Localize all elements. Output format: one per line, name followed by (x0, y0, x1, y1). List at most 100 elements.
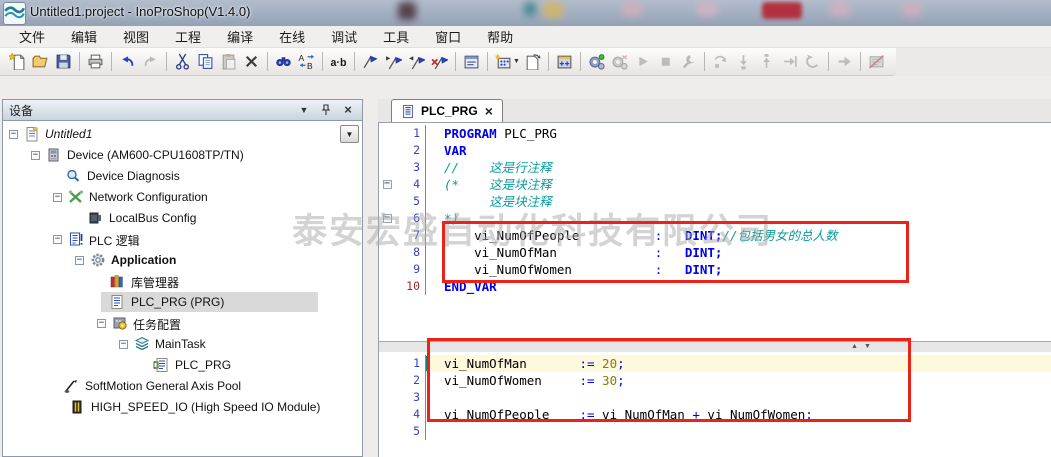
expander-icon[interactable]: − (53, 235, 62, 244)
svg-text:B: B (307, 61, 313, 70)
paste-button[interactable] (217, 50, 240, 73)
toggle-bookmark-button[interactable] (359, 50, 382, 73)
new-project-button[interactable] (6, 50, 29, 73)
open-project-button[interactable] (29, 50, 52, 73)
redo-button[interactable] (139, 50, 162, 73)
splitter-collapse-down-icon[interactable]: ▼ (864, 342, 871, 351)
flow-control-button[interactable] (865, 50, 888, 73)
tree-item-library-manager[interactable]: 库管理器 (3, 271, 362, 292)
expander-icon[interactable]: − (119, 340, 128, 349)
run-to-cursor-button[interactable] (778, 50, 801, 73)
declaration-editor[interactable]: 1 PROGRAM PLC_PRG 2 VAR 3 // 这是行注释 − 4 (… (379, 123, 1051, 341)
expander-icon[interactable]: − (31, 151, 40, 160)
menu-debug[interactable]: 调试 (324, 25, 364, 48)
copy-button[interactable] (194, 50, 217, 73)
menu-file[interactable]: 文件 (12, 25, 52, 48)
replace-button[interactable]: AB (295, 50, 318, 73)
login-button[interactable] (585, 50, 608, 73)
desktop-blob (830, 2, 850, 16)
reset-button[interactable] (801, 50, 824, 73)
menu-help[interactable]: 帮助 (480, 25, 520, 48)
step-out-button[interactable] (755, 50, 778, 73)
menu-build[interactable]: 编译 (220, 25, 260, 48)
menu-online[interactable]: 在线 (272, 25, 312, 48)
tree-item-localbus-config[interactable]: LocalBus Config (3, 208, 362, 229)
online-config-button[interactable] (677, 50, 700, 73)
menu-view[interactable]: 视图 (116, 25, 156, 48)
tree-item-task-configuration[interactable]: − 任务配置 (3, 313, 362, 334)
tree-item-plc-prg[interactable]: PLC_PRG (PRG) (3, 292, 362, 313)
decl-line-row[interactable]: 7 vi_NumOfPeople : DINT;//包括男女的总人数 (379, 227, 1051, 244)
line-number: 9 (413, 262, 420, 276)
decl-line-row[interactable]: 2 VAR (379, 142, 1051, 159)
decl-line-row[interactable]: 8 vi_NumOfMan : DINT; (379, 244, 1051, 261)
window-title: Untitled1.project - InoProShop(V1.4.0) (30, 4, 251, 19)
logout-button[interactable] (608, 50, 631, 73)
menu-project[interactable]: 工程 (168, 25, 208, 48)
decl-line-row[interactable]: 1 PROGRAM PLC_PRG (379, 125, 1051, 142)
paste-object-button[interactable] (521, 50, 544, 73)
step-into-button[interactable] (732, 50, 755, 73)
panel-menu-icon[interactable]: ▼ (296, 103, 312, 117)
expander-icon[interactable]: − (97, 319, 106, 328)
expander-icon[interactable]: − (75, 256, 84, 265)
tab-plc-prg[interactable]: PLC_PRG × (391, 99, 503, 122)
decl-line-row[interactable]: 10 END_VAR (379, 278, 1051, 295)
decl-line-row[interactable]: − 6 *) (379, 210, 1051, 227)
tree-item-plc-logic[interactable]: − PLC 逻辑 (3, 229, 362, 250)
decl-line-row[interactable]: 5 这是块注释 (379, 193, 1051, 210)
tree-item-maintask[interactable]: − MainTask (3, 334, 362, 355)
add-device-dropdown-icon[interactable]: ▼ (513, 58, 520, 65)
line-number: 5 (413, 194, 420, 208)
menu-tools[interactable]: 工具 (376, 25, 416, 48)
add-device-button[interactable] (492, 50, 515, 73)
impl-line-row[interactable]: 5 (379, 423, 1051, 440)
find-next-ab-button[interactable]: a·b (327, 50, 350, 73)
delete-button[interactable] (240, 50, 263, 73)
next-bookmark-button[interactable] (382, 50, 405, 73)
step-over-button[interactable] (709, 50, 732, 73)
previous-bookmark-button[interactable] (405, 50, 428, 73)
fold-icon[interactable]: − (382, 213, 392, 223)
impl-line-row[interactable]: 1 vi_NumOfMan := 20; (379, 355, 1051, 372)
start-button[interactable] (631, 50, 654, 73)
decl-line-row[interactable]: 3 // 这是行注释 (379, 159, 1051, 176)
line-number: 5 (413, 424, 420, 438)
undo-button[interactable] (116, 50, 139, 73)
find-button[interactable] (272, 50, 295, 73)
decl-line-row[interactable]: − 4 (* 这是块注释 (379, 176, 1051, 193)
panel-close-icon[interactable]: × (340, 103, 356, 117)
stop-button[interactable] (654, 50, 677, 73)
tree-item-device[interactable]: − Device (AM600-CPU1608TP/TN) (3, 145, 362, 166)
save-button[interactable] (52, 50, 75, 73)
implementation-editor[interactable]: 1 vi_NumOfMan := 20; 2 vi_NumOfWomen := … (379, 352, 1051, 457)
fold-icon[interactable]: − (382, 179, 392, 189)
build-button[interactable] (553, 50, 576, 73)
application-icon (90, 252, 106, 268)
tree-item-application[interactable]: − Application (3, 250, 362, 271)
menu-window[interactable]: 窗口 (428, 25, 468, 48)
properties-button[interactable] (460, 50, 483, 73)
show-next-statement-button[interactable] (833, 50, 856, 73)
impl-line-row[interactable]: 4 vi_NumOfPeople := vi_NumOfMan + vi_Num… (379, 406, 1051, 423)
tree-item-maintask-plc-prg[interactable]: PLC_PRG (3, 355, 362, 376)
expander-icon[interactable]: − (53, 193, 62, 202)
clear-bookmarks-button[interactable] (428, 50, 451, 73)
print-button[interactable] (84, 50, 107, 73)
cut-button[interactable] (171, 50, 194, 73)
tree-item-softmotion-axis-pool[interactable]: SoftMotion General Axis Pool (3, 376, 362, 397)
desktop-blob (524, 2, 536, 16)
tree-item-device-diagnosis[interactable]: Device Diagnosis (3, 166, 362, 187)
menu-edit[interactable]: 编辑 (64, 25, 104, 48)
tree-item-project[interactable]: − Untitled1 (3, 124, 362, 145)
impl-line-row[interactable]: 3 (379, 389, 1051, 406)
tab-close-icon[interactable]: × (485, 104, 493, 118)
expander-icon[interactable]: − (9, 130, 18, 139)
decl-line-row[interactable]: 9 vi_NumOfWomen : DINT; (379, 261, 1051, 278)
impl-line-row[interactable]: 2 vi_NumOfWomen := 30; (379, 372, 1051, 389)
panel-pin-icon[interactable] (318, 103, 334, 117)
line-number: 10 (406, 279, 420, 293)
tree-item-high-speed-io[interactable]: HIGH_SPEED_IO (High Speed IO Module) (3, 397, 362, 418)
splitter-collapse-up-icon[interactable]: ▲ (851, 342, 858, 351)
tree-item-network-configuration[interactable]: − Network Configuration (3, 187, 362, 208)
